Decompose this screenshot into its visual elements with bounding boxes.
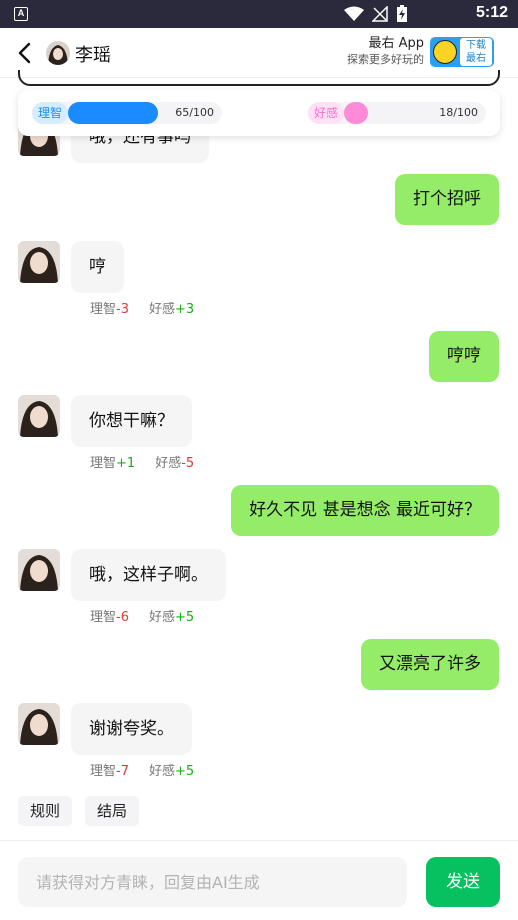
reason-label: 理智	[32, 102, 69, 124]
header-avatar[interactable]	[46, 41, 70, 65]
battery-charging-icon	[397, 5, 407, 22]
reason-delta-value: +1	[116, 456, 136, 471]
promo-title: 最右 App	[368, 36, 424, 51]
back-arrow-icon[interactable]	[14, 39, 38, 67]
favor-delta-value: +5	[175, 764, 195, 779]
wifi-icon	[344, 6, 364, 21]
promo-text: 最右 App 探索更多好玩的	[347, 36, 424, 68]
app-notification-icon: A	[14, 7, 28, 21]
contact-name: 李瑶	[75, 45, 111, 66]
reason-meter: 理智 65/100	[32, 102, 222, 124]
reason-delta-label: 理智	[90, 764, 117, 779]
send-button[interactable]: 发送	[426, 857, 500, 907]
favor-delta-label: 好感	[148, 610, 175, 625]
my-message-bubble: 又漂亮了许多	[361, 639, 499, 690]
reason-delta-label: 理智	[90, 302, 117, 317]
endings-chip[interactable]: 结局	[85, 796, 140, 826]
my-message-bubble: 哼哼	[429, 331, 499, 382]
stat-delta: 理智-3 好感+3	[90, 298, 194, 317]
stat-delta: 理智-7 好感+5	[90, 760, 194, 779]
message-input[interactable]	[18, 857, 407, 907]
message-bubble: 哦，这样子啊。	[71, 549, 226, 601]
message-bubble: 你想干嘛？	[71, 395, 192, 447]
message-bubble: 哼	[71, 241, 124, 293]
reason-delta-value: -7	[116, 764, 129, 779]
promo-subtitle: 探索更多好玩的	[347, 53, 424, 66]
favor-meter-fill	[344, 102, 368, 124]
rules-chip[interactable]: 规则	[18, 796, 73, 826]
status-icons	[344, 5, 408, 23]
composer: 发送	[0, 840, 518, 920]
favor-meter: 好感 18/100	[308, 102, 486, 124]
reason-delta-label: 理智	[90, 456, 117, 471]
app-logo-icon	[433, 40, 457, 64]
my-message-bubble: 打个招呼	[395, 174, 499, 225]
reason-meter-fill	[68, 102, 158, 124]
favor-delta-label: 好感	[155, 456, 182, 471]
favor-delta-value: +5	[175, 610, 195, 625]
favor-delta-label: 好感	[148, 302, 175, 317]
contact-avatar[interactable]	[18, 549, 60, 591]
stat-delta: 理智-6 好感+5	[90, 606, 194, 625]
favor-label: 好感	[308, 102, 345, 124]
download-label: 下载 最右	[460, 38, 492, 66]
no-signal-icon	[372, 6, 388, 22]
reason-delta-value: -3	[116, 302, 129, 317]
favor-delta-value: +3	[175, 302, 195, 317]
download-label-line1: 下载	[466, 40, 486, 51]
download-app-button[interactable]: 下载 最右	[430, 37, 494, 67]
message-list[interactable]: 哦，还有事吗 打个招呼 哼 理智-3 好感+3 哼哼 你想干嘛？ 理智+1 好感-5…	[0, 78, 518, 840]
contact-avatar[interactable]	[18, 395, 60, 437]
message-bubble: 谢谢夸奖。	[71, 703, 192, 755]
stat-delta: 理智+1 好感-5	[90, 452, 194, 471]
contact-avatar[interactable]	[18, 703, 60, 745]
stats-panel: 理智 65/100 好感 18/100	[18, 90, 500, 136]
reason-delta-value: -6	[116, 610, 129, 625]
contact-avatar[interactable]	[18, 241, 60, 283]
panel-rim	[18, 70, 500, 86]
reason-delta-label: 理智	[90, 610, 117, 625]
favor-delta-value: -5	[181, 456, 195, 471]
download-label-line2: 最右	[466, 53, 486, 64]
favor-value: 18/100	[439, 106, 478, 119]
reason-value: 65/100	[175, 106, 214, 119]
favor-delta-label: 好感	[148, 764, 175, 779]
clock: 5:12	[475, 4, 508, 21]
my-message-bubble: 好久不见 甚是想念 最近可好？	[231, 485, 499, 536]
status-bar: A 5:12	[0, 0, 518, 28]
